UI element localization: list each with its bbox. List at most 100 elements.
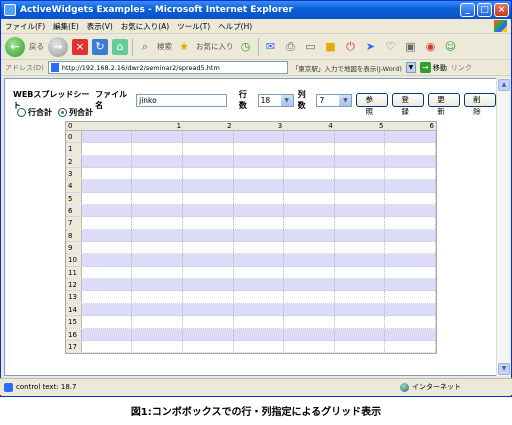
grid-cell[interactable]	[234, 242, 285, 254]
menu-help[interactable]: ヘルプ(H)	[218, 21, 252, 32]
close-button[interactable]: ×	[494, 3, 509, 17]
row-header[interactable]: 3	[66, 168, 82, 180]
refresh-icon[interactable]: ↻	[92, 38, 108, 55]
edit-icon[interactable]: ▭	[303, 39, 319, 55]
maximize-button[interactable]: □	[477, 3, 492, 17]
grid-cell[interactable]	[132, 155, 184, 168]
grid-cell[interactable]	[385, 316, 437, 328]
grid-cell[interactable]	[335, 168, 386, 180]
grid-cell[interactable]	[183, 340, 234, 353]
row-header[interactable]: 1	[66, 143, 82, 155]
links-label[interactable]: リンク	[451, 63, 472, 73]
grid-cell[interactable]	[183, 303, 234, 316]
register-button[interactable]: 登録	[392, 93, 425, 116]
grid-cell[interactable]	[234, 180, 285, 192]
grid-cell[interactable]	[385, 279, 437, 291]
grid-cell[interactable]	[132, 143, 184, 155]
grid-cell[interactable]	[82, 131, 133, 143]
mail-icon[interactable]: ✉	[263, 39, 279, 55]
grid-cell[interactable]	[385, 242, 437, 254]
column-header-5[interactable]: 5	[335, 122, 386, 130]
rows-dropdown-icon[interactable]: ▼	[280, 94, 293, 106]
favorites-label[interactable]: お気に入り	[196, 41, 234, 52]
back-label[interactable]: 戻る	[29, 41, 44, 52]
grid-cell[interactable]	[234, 328, 285, 340]
grid-cell[interactable]	[234, 279, 285, 291]
menu-file[interactable]: ファイル(F)	[5, 21, 45, 32]
column-header-2[interactable]: 2	[183, 122, 234, 130]
grid-cell[interactable]	[335, 192, 386, 205]
grid-cell[interactable]	[132, 180, 184, 192]
address-url[interactable]: http://192.168.2.16/dwr2/seminar2/spread…	[62, 64, 220, 72]
folder-icon[interactable]: ■	[323, 39, 339, 55]
grid-cell[interactable]	[335, 279, 386, 291]
row-header[interactable]: 12	[66, 279, 82, 291]
grid-cell[interactable]	[284, 303, 335, 316]
vertical-scrollbar[interactable]: ▲ ▼	[496, 78, 510, 376]
grid-cell[interactable]	[82, 291, 133, 303]
grid-cell[interactable]	[385, 229, 437, 242]
grid-cell[interactable]	[234, 303, 285, 316]
grid-cell[interactable]	[284, 328, 335, 340]
grid-cell[interactable]	[234, 155, 285, 168]
row-total-radio[interactable]: 行合計	[17, 107, 52, 118]
menu-tools[interactable]: ツール(T)	[177, 21, 210, 32]
grid-cell[interactable]	[385, 340, 437, 353]
home-icon[interactable]: ⌂	[112, 38, 128, 55]
grid-cell[interactable]	[385, 168, 437, 180]
grid-cell[interactable]	[335, 266, 386, 279]
row-header[interactable]: 10	[66, 254, 82, 266]
grid-cell[interactable]	[284, 242, 335, 254]
grid-cell[interactable]	[284, 340, 335, 353]
menu-favorites[interactable]: お気に入り(A)	[121, 21, 169, 32]
grid-cell[interactable]	[132, 291, 184, 303]
menu-view[interactable]: 表示(V)	[87, 21, 113, 32]
row-header[interactable]: 0	[66, 131, 82, 143]
grid-cell[interactable]	[284, 291, 335, 303]
grid-cell[interactable]	[234, 143, 285, 155]
research-icon[interactable]: ▣	[403, 39, 419, 55]
grid-cell[interactable]	[385, 205, 437, 217]
grid-cell[interactable]	[284, 316, 335, 328]
grid-cell[interactable]	[82, 328, 133, 340]
grid-cell[interactable]	[183, 205, 234, 217]
browse-button[interactable]: 参照	[356, 93, 389, 116]
grid-cell[interactable]	[183, 155, 234, 168]
row-header[interactable]: 11	[66, 266, 82, 279]
grid-cell[interactable]	[284, 155, 335, 168]
grid-cell[interactable]	[284, 254, 335, 266]
messenger-icon[interactable]: ♡	[383, 39, 399, 55]
grid-cell[interactable]	[234, 168, 285, 180]
row-header[interactable]: 4	[66, 180, 82, 192]
grid-cell[interactable]	[132, 242, 184, 254]
rows-select[interactable]: 18 ▼	[257, 93, 294, 107]
grid-cell[interactable]	[82, 316, 133, 328]
radio-off-icon[interactable]	[17, 108, 26, 117]
row-header[interactable]: 2	[66, 155, 82, 168]
col-total-radio[interactable]: 列合計	[58, 107, 93, 118]
scroll-down-icon[interactable]: ▼	[498, 363, 510, 375]
grid-cell[interactable]	[183, 266, 234, 279]
grid-cell[interactable]	[284, 229, 335, 242]
grid-cell[interactable]	[82, 266, 133, 279]
grid-cell[interactable]	[335, 180, 386, 192]
grid-cell[interactable]	[234, 217, 285, 229]
grid-cell[interactable]	[234, 291, 285, 303]
grid-cell[interactable]	[82, 192, 133, 205]
column-header-1[interactable]: 1	[132, 122, 183, 130]
grid-cell[interactable]	[335, 316, 386, 328]
row-header[interactable]: 6	[66, 205, 82, 217]
grid-cell[interactable]	[82, 242, 133, 254]
grid-cell[interactable]	[82, 168, 133, 180]
grid-cell[interactable]	[335, 205, 386, 217]
column-header-4[interactable]: 4	[284, 122, 335, 130]
row-header[interactable]: 14	[66, 303, 82, 316]
grid-cell[interactable]	[385, 328, 437, 340]
search-label[interactable]: 検索	[157, 41, 172, 52]
grid-cell[interactable]	[385, 303, 437, 316]
grid-cell[interactable]	[284, 180, 335, 192]
address-dropdown-icon[interactable]: ▼	[405, 62, 416, 73]
row-header[interactable]: 16	[66, 328, 82, 340]
grid-cell[interactable]	[82, 279, 133, 291]
grid-cell[interactable]	[284, 217, 335, 229]
